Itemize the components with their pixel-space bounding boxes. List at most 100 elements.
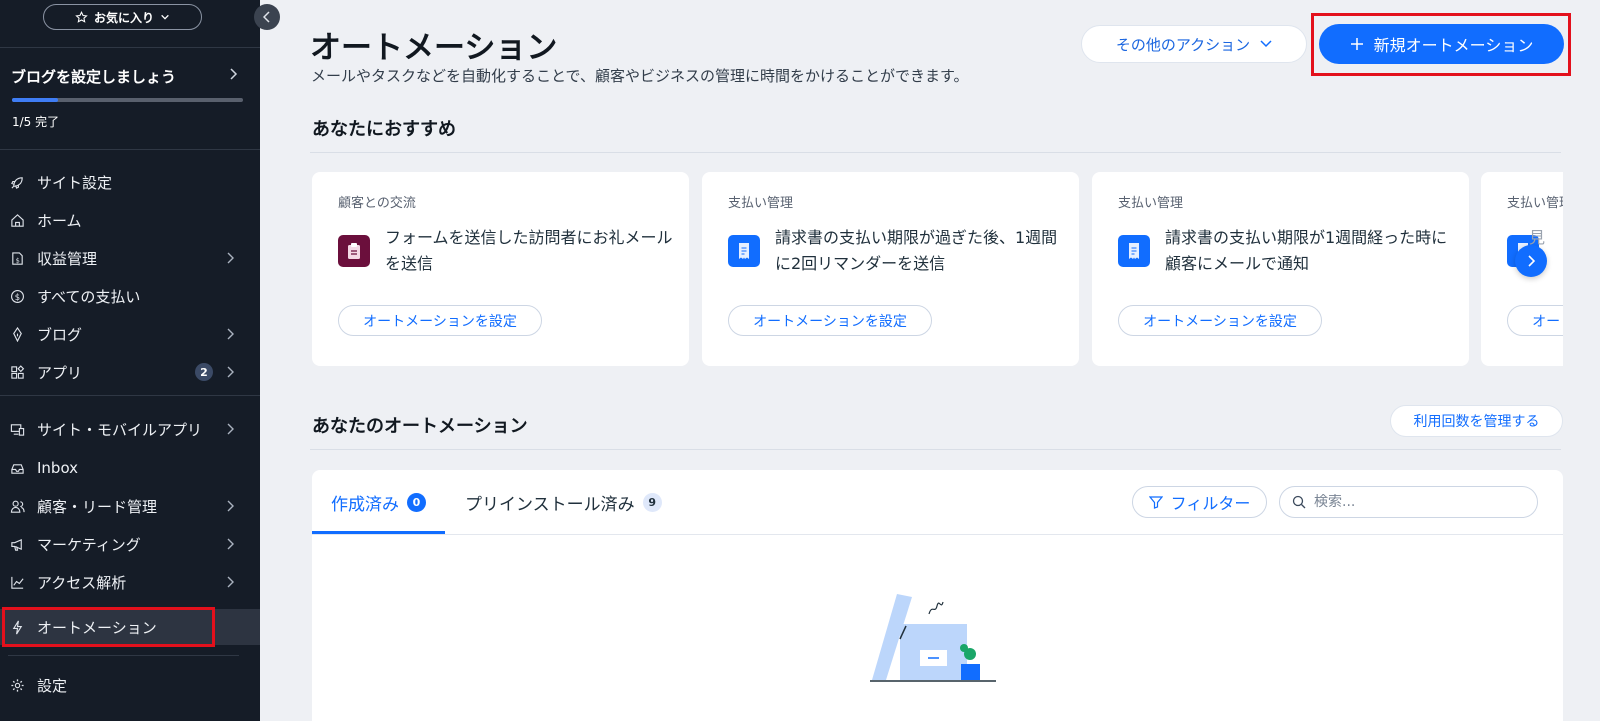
- other-actions-label: その他のアクション: [1115, 35, 1251, 54]
- divider: [8, 655, 239, 656]
- setup-status: 1/5 完了: [12, 115, 60, 129]
- sidebar-item-label: Inbox: [37, 459, 79, 477]
- automations-panel: 作成済み 0 プリインストール済み 9 フィルター: [312, 470, 1563, 721]
- filter-label: フィルター: [1170, 494, 1251, 513]
- tab-count-badge: 0: [407, 492, 426, 512]
- sidebar-item-blog[interactable]: ブログ: [0, 316, 260, 352]
- apps-icon: [9, 364, 25, 380]
- chevron-right-icon: [227, 328, 234, 340]
- setup-automation-button[interactable]: オートメーションを設定: [338, 305, 542, 336]
- sidebar-item-site-mobile-app[interactable]: サイト・モバイルアプリ: [0, 411, 260, 447]
- search-input[interactable]: [1314, 494, 1514, 510]
- sidebar-item-label: 収益管理: [37, 249, 98, 268]
- analytics-icon: [9, 574, 25, 590]
- your-automations-title: あなたのオートメーション: [312, 416, 528, 437]
- search-icon: [1292, 495, 1306, 509]
- card-text: 請求書の支払い期限が1週間経った時に顧客にメールで通知: [1165, 228, 1448, 273]
- sidebar-item-settings[interactable]: 設定: [0, 667, 260, 703]
- sidebar-item-marketing[interactable]: マーケティング: [0, 526, 260, 562]
- search-box[interactable]: [1279, 486, 1538, 518]
- svg-text:$: $: [15, 256, 19, 264]
- sidebar-item-inbox[interactable]: Inbox: [0, 450, 260, 486]
- sidebar: お気に入り ブログを設定しましょう 1/5 完了 サイト設定 ホーム $ 収益管…: [0, 0, 260, 721]
- star-icon: [75, 10, 88, 23]
- next-cards-button[interactable]: [1515, 245, 1547, 277]
- sidebar-item-label: 設定: [37, 676, 68, 695]
- page-title: オートメーション: [310, 30, 558, 66]
- sidebar-item-label: 顧客・リード管理: [37, 497, 158, 516]
- sidebar-item-all-payments[interactable]: $ すべての支払い: [0, 278, 260, 314]
- invoice-icon: [728, 235, 760, 267]
- manage-usage-button[interactable]: 利用回数を管理する: [1390, 405, 1563, 437]
- sidebar-item-label: ホーム: [37, 211, 82, 230]
- clipboard-icon: [338, 235, 370, 267]
- contacts-icon: [9, 498, 25, 514]
- card-text: 請求書の支払い期限が過ぎた後、1週間に2回リマンダーを送信: [775, 228, 1058, 273]
- tab-created[interactable]: 作成済み 0: [331, 470, 426, 534]
- sidebar-item-home[interactable]: ホーム: [0, 202, 260, 238]
- divider: [310, 152, 1561, 153]
- chevron-right-icon: [227, 500, 234, 512]
- home-icon: [9, 212, 25, 228]
- other-actions-button[interactable]: その他のアクション: [1081, 25, 1307, 63]
- filter-icon: [1148, 496, 1163, 509]
- setup-progress-bar: [12, 98, 243, 102]
- chevron-right-icon: [1528, 255, 1535, 267]
- recommendation-card: 支払い管理 請求書の支払い期限が1週間経った時に顧客にメールで通知 オートメーシ…: [1092, 172, 1469, 366]
- highlight-box: [2, 607, 215, 647]
- rocket-icon: [9, 174, 25, 190]
- svg-text:$: $: [14, 291, 19, 301]
- setup-progress-fill: [12, 98, 59, 102]
- recommendation-card: 支払い管理 請求書の支払い期限が過ぎた後、1週間に2回リマンダーを送信 オートメ…: [702, 172, 1079, 366]
- favorites-button[interactable]: お気に入り: [43, 4, 202, 30]
- sidebar-item-label: マーケティング: [37, 535, 141, 554]
- tab-preinstalled[interactable]: プリインストール済み 9: [465, 470, 662, 534]
- card-category: 顧客との交流: [338, 196, 416, 211]
- recommended-title: あなたにおすすめ: [312, 119, 456, 140]
- sidebar-item-revenue[interactable]: $ 収益管理: [0, 240, 260, 276]
- setup-title: ブログを設定しましょう: [11, 68, 177, 86]
- apps-count-badge: 2: [195, 363, 213, 381]
- chevron-right-icon: [227, 576, 234, 588]
- card-category: 支払い管理: [1118, 196, 1184, 211]
- collapse-sidebar-button[interactable]: [254, 4, 280, 30]
- invoice-icon: [1118, 235, 1150, 267]
- tab-label: プリインストール済み: [465, 494, 635, 515]
- setup-automation-button[interactable]: オートメーションを設定: [1118, 305, 1322, 336]
- chevron-right-icon: [227, 252, 234, 264]
- recommendation-card: 顧客との交流 フォームを送信した訪問者にお礼メールを送信 オートメーションを設定: [312, 172, 689, 366]
- sidebar-item-label: サイト設定: [37, 173, 113, 192]
- chevron-right-icon: [227, 366, 234, 378]
- sidebar-item-apps[interactable]: アプリ 2: [0, 354, 260, 390]
- pen-icon: [9, 326, 25, 342]
- card-text: フォームを送信した訪問者にお礼メールを送信: [385, 228, 673, 273]
- sidebar-item-site-setup[interactable]: サイト設定: [0, 164, 260, 200]
- sidebar-item-contacts[interactable]: 顧客・リード管理: [0, 488, 260, 524]
- favorites-label: お気に入り: [93, 10, 154, 25]
- dollar-icon: $: [9, 288, 25, 304]
- chevron-left-icon: [263, 11, 270, 23]
- setup-automation-button[interactable]: オートメーションを設定: [728, 305, 932, 336]
- page-subtitle: メールやタスクなどを自動化することで、顧客やビジネスの管理に時間をかけることがで…: [311, 67, 969, 85]
- sidebar-item-analytics[interactable]: アクセス解析: [0, 564, 260, 600]
- sidebar-item-label: すべての支払い: [37, 287, 141, 306]
- chevron-right-icon: [227, 538, 234, 550]
- chevron-down-icon: [1260, 40, 1272, 48]
- divider: [0, 149, 260, 150]
- gear-icon: [9, 677, 25, 693]
- devices-icon: [9, 421, 25, 437]
- sidebar-item-label: アクセス解析: [37, 573, 127, 592]
- megaphone-icon: [9, 536, 25, 552]
- tab-label: 作成済み: [331, 494, 399, 515]
- divider: [310, 449, 1561, 450]
- inbox-icon: [9, 460, 25, 476]
- divider: [0, 47, 260, 48]
- revenue-icon: $: [9, 250, 25, 266]
- setup-automation-button[interactable]: オートメーションを設定: [1507, 305, 1563, 336]
- chevron-right-icon: [230, 68, 238, 80]
- filter-button[interactable]: フィルター: [1132, 486, 1267, 518]
- empty-state-illustration: [870, 594, 996, 682]
- card-category: 支払い管理: [1507, 196, 1563, 211]
- card-category: 支払い管理: [728, 196, 794, 211]
- tab-count-badge: 9: [642, 492, 662, 512]
